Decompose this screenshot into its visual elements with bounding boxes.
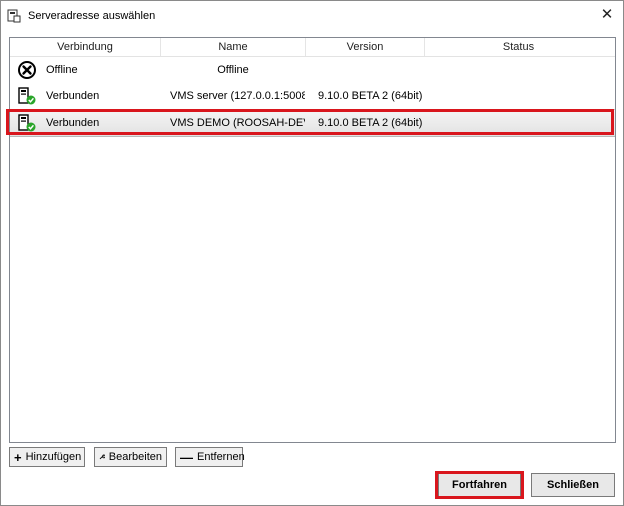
row-connection: Verbunden [46, 117, 100, 129]
server-list: Verbindung Name Version Status Offline O… [9, 37, 616, 443]
table-row-selected[interactable]: Verbunden VMS DEMO (ROOSAH-DEV1 9.10.0 B… [10, 109, 615, 137]
remove-button-label: Entfernen [197, 451, 245, 463]
edit-button[interactable]: Bearbeiten [94, 447, 167, 467]
continue-button[interactable]: Fortfahren [438, 473, 521, 497]
row-version [318, 57, 428, 83]
plus-icon: + [14, 449, 22, 465]
row-connection: Offline [46, 64, 78, 76]
table-row[interactable]: Verbunden VMS server (127.0.0.1:5008) 9.… [10, 83, 615, 109]
table-row[interactable]: Offline Offline [10, 57, 615, 83]
minus-icon: — [180, 449, 193, 465]
close-icon[interactable]: ✕ [597, 5, 617, 25]
row-version: 9.10.0 BETA 2 (64bit) [318, 117, 423, 129]
server-connected-icon [18, 87, 36, 105]
row-name: Offline [217, 64, 249, 76]
wrench-icon [99, 454, 105, 460]
server-select-dialog: Serveradresse auswählen ✕ Verbindung Nam… [0, 0, 624, 506]
close-button[interactable]: Schließen [531, 473, 615, 497]
table-header: Verbindung Name Version Status [10, 38, 615, 57]
server-connected-icon [18, 114, 36, 132]
offline-x-icon [18, 61, 36, 79]
add-button-label: Hinzufügen [25, 451, 82, 463]
column-header-name[interactable]: Name [161, 38, 306, 56]
remove-button[interactable]: — Entfernen [175, 447, 245, 467]
column-header-version[interactable]: Version [306, 38, 425, 56]
row-name: VMS DEMO (ROOSAH-DEV1 [170, 117, 305, 129]
column-header-status[interactable]: Status [425, 38, 612, 56]
column-header-connection[interactable]: Verbindung [10, 38, 161, 56]
window-title: Serveradresse auswählen [28, 10, 156, 22]
title-bar: Serveradresse auswählen ✕ [1, 1, 623, 31]
row-name: VMS server (127.0.0.1:5008) [170, 90, 305, 102]
row-connection: Verbunden [46, 90, 100, 102]
add-button[interactable]: + Hinzufügen [9, 447, 85, 467]
edit-button-label: Bearbeiten [108, 451, 162, 463]
app-icon [7, 9, 21, 23]
row-version: 9.10.0 BETA 2 (64bit) [318, 90, 423, 102]
